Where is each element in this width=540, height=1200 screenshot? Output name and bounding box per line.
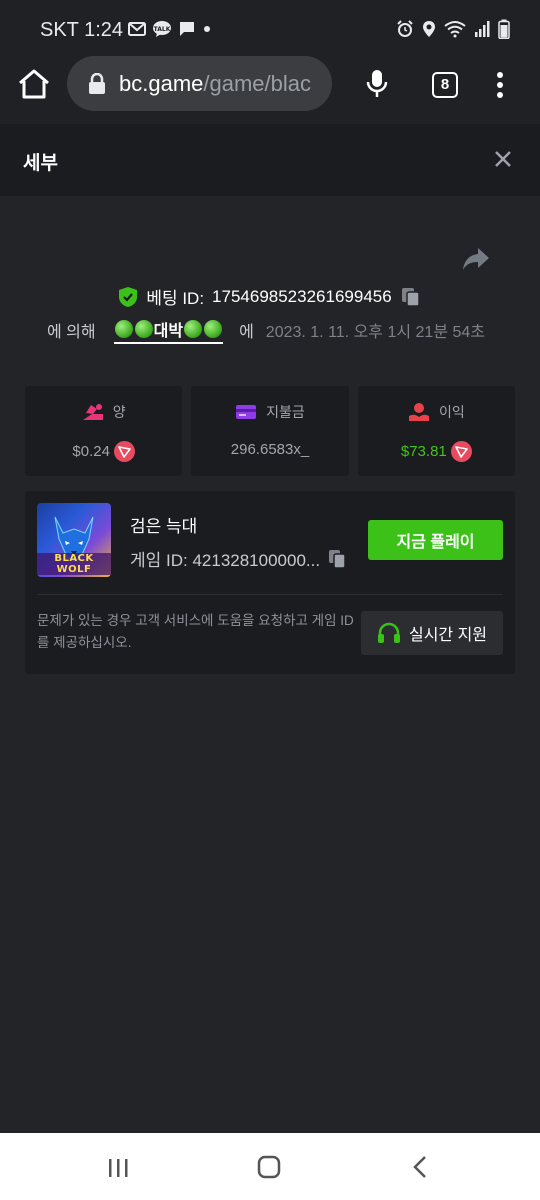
bet-id-line: 베팅 ID: 1754698523261699456 <box>0 284 540 309</box>
more-menu-icon[interactable] <box>490 70 510 100</box>
location-icon <box>423 21 435 37</box>
alarm-icon <box>397 20 413 37</box>
bet-by-line: 에 의해 대박 에 2023. 1. 11. 오후 1시 21분 54초 <box>47 317 517 344</box>
notification-icons: TALK <box>128 20 212 38</box>
live-support-label: 실시간 지원 <box>408 627 488 644</box>
tron-icon <box>113 441 135 462</box>
url-text: bc.game/game/blac <box>119 71 311 97</box>
by-label: 에 의해 <box>47 324 96 341</box>
stat-payout-label: 지불금 <box>266 404 305 420</box>
talk-icon: TALK <box>153 21 171 37</box>
bet-stats: 양 $0.24 지불금 296.6583x_ 이익 $73.81 <box>25 386 515 476</box>
nav-home-icon[interactable] <box>257 1155 281 1179</box>
payout-card-icon <box>236 405 257 419</box>
stat-amount: 양 $0.24 <box>25 386 183 476</box>
close-icon[interactable] <box>493 149 513 169</box>
at-label: 에 <box>239 324 254 341</box>
status-bar: SKT 1:24 TALK <box>0 0 540 56</box>
username-text: 대박 <box>153 322 184 340</box>
chat-icon <box>180 22 194 36</box>
stat-payout: 지불금 296.6583x_ <box>191 386 349 476</box>
tab-switcher-button[interactable]: 8 <box>432 72 458 98</box>
bet-id-value: 1754698523261699456 <box>212 286 392 306</box>
wifi-icon <box>444 21 466 38</box>
address-bar[interactable]: bc.game/game/blac <box>67 56 332 111</box>
game-id-text: 게임 ID: 421328100000... <box>130 551 321 570</box>
panel-title: 세부 <box>23 153 58 174</box>
url-host: bc.game <box>119 70 204 96</box>
live-support-button[interactable]: 실시간 지원 <box>361 611 503 655</box>
bet-datetime: 2023. 1. 11. 오후 1시 21분 54초 <box>265 324 485 341</box>
back-icon[interactable] <box>412 1155 428 1179</box>
stat-profit-value: $73.81 <box>400 443 447 460</box>
stat-profit-label: 이익 <box>438 404 465 420</box>
stat-amount-value: $0.24 <box>72 443 110 460</box>
game-thumbnail[interactable]: BLACK WOLF <box>37 503 111 577</box>
mail-icon <box>128 22 146 36</box>
game-name: 검은 늑대 <box>130 517 198 536</box>
game-id-line: 게임 ID: 421328100000... <box>130 546 348 571</box>
bet-id-label: 베팅 ID: <box>146 289 205 308</box>
battery-icon <box>498 19 510 39</box>
browser-toolbar: bc.game/game/blac 8 <box>0 56 540 124</box>
tron-icon <box>450 441 472 462</box>
stat-payout-value: 296.6583x_ <box>230 441 310 458</box>
mic-icon[interactable] <box>364 68 390 100</box>
carrier-time: SKT 1:24 <box>40 19 124 41</box>
share-icon[interactable] <box>462 246 490 272</box>
green-ball-icon <box>184 319 203 338</box>
username-link[interactable]: 대박 <box>113 317 224 344</box>
game-card: BLACK WOLF 검은 늑대 게임 ID: 421328100000... … <box>25 491 515 674</box>
url-path: /game/blac <box>203 70 312 96</box>
headset-icon <box>377 622 400 643</box>
verified-shield-icon <box>119 286 138 307</box>
stat-amount-label: 양 <box>112 404 126 420</box>
bet-amount-icon <box>82 404 103 420</box>
dot-icon <box>204 26 210 32</box>
svg-text:TALK: TALK <box>154 26 171 33</box>
help-text: 문제가 있는 경우 고객 서비스에 도움을 요청하고 게임 ID를 제공하십시오… <box>37 613 354 650</box>
panel-header: 세부 <box>0 124 540 196</box>
copy-icon[interactable] <box>400 286 422 308</box>
copy-icon[interactable] <box>328 548 348 570</box>
green-ball-icon <box>134 319 153 338</box>
stat-profit: 이익 $73.81 <box>357 386 515 476</box>
system-icons <box>396 19 510 39</box>
thumbnail-title: BLACK WOLF <box>37 553 111 575</box>
home-icon[interactable] <box>16 66 52 102</box>
play-now-button[interactable]: 지금 플레이 <box>368 520 503 560</box>
profit-icon <box>408 403 429 421</box>
signal-icon <box>475 21 490 37</box>
green-ball-icon <box>114 319 133 338</box>
divider <box>37 594 503 595</box>
recents-icon[interactable] <box>107 1157 129 1179</box>
lock-icon <box>89 72 105 94</box>
system-nav-bar <box>0 1133 540 1200</box>
green-ball-icon <box>204 319 223 338</box>
